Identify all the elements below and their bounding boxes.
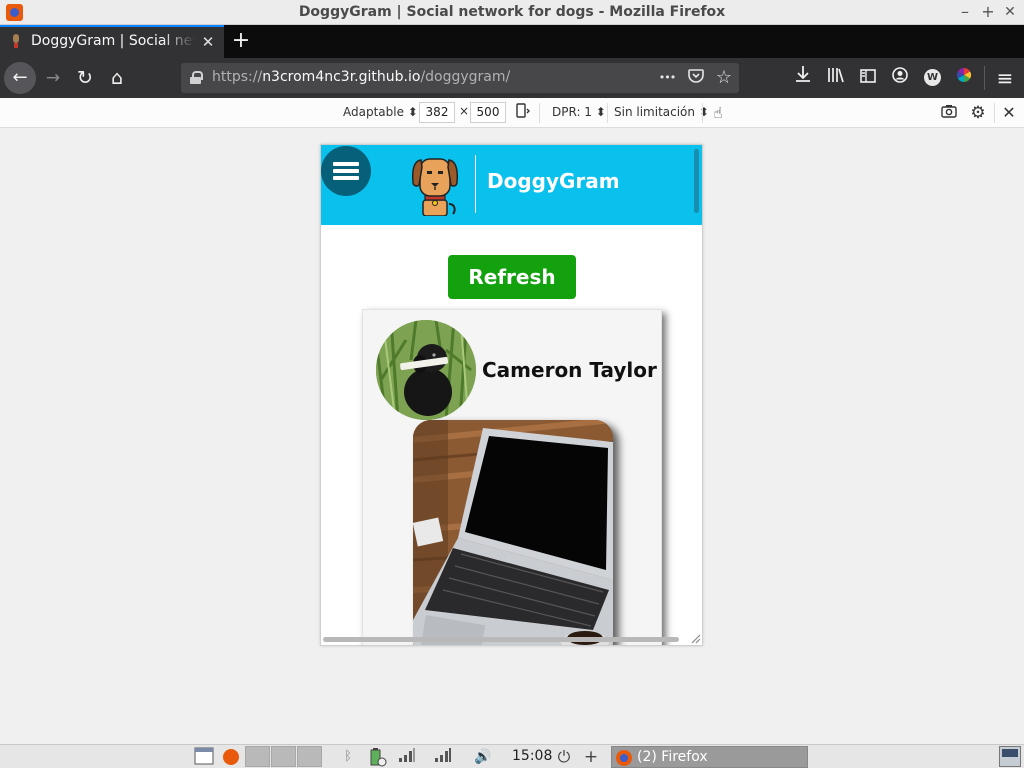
clock[interactable]: 15:08 xyxy=(512,748,552,764)
menu-button[interactable]: ≡ xyxy=(990,63,1020,93)
rotate-viewport-icon[interactable] xyxy=(513,103,533,123)
rdm-separator xyxy=(539,103,540,123)
new-tab-button[interactable]: + xyxy=(230,28,252,54)
viewport-width-input[interactable]: 382 xyxy=(419,102,455,123)
taskbar-item-label: (2) Firefox xyxy=(637,749,708,765)
workspace-1[interactable] xyxy=(245,746,270,767)
close-rdm-icon[interactable]: ✕ xyxy=(999,103,1019,123)
settings-gear-icon[interactable]: ⚙ xyxy=(968,103,988,123)
header-divider xyxy=(475,155,476,213)
reload-button[interactable]: ↻ xyxy=(70,63,100,93)
screenshot-icon[interactable] xyxy=(939,103,959,123)
hamburger-line xyxy=(333,169,359,173)
navigation-toolbar: ← → ↻ ⌂ https://n3crom4nc3r.github.io/do… xyxy=(0,58,1024,98)
window-titlebar: DoggyGram | Social network for dogs - Mo… xyxy=(0,0,1024,25)
rdm-separator xyxy=(994,103,995,123)
tab-close-icon[interactable]: ✕ xyxy=(200,33,216,51)
toolbar-separator xyxy=(984,66,985,90)
page-actions-icon[interactable]: ••• xyxy=(656,67,678,89)
add-panel-item-icon[interactable]: + xyxy=(582,747,600,767)
tab-title: DoggyGram | Social network for dogs xyxy=(31,33,195,49)
url-host: n3crom4nc3r.github.io xyxy=(262,69,421,85)
workspace-2[interactable] xyxy=(271,746,296,767)
dpr-selector[interactable]: DPR: 1 ⬍ xyxy=(552,105,606,119)
horizontal-scrollbar[interactable] xyxy=(323,637,679,642)
firefox-launcher-icon[interactable] xyxy=(220,747,242,767)
hamburger-line xyxy=(333,176,359,180)
device-selector[interactable]: Adaptable ⬍ xyxy=(343,105,418,119)
rdm-separator xyxy=(702,103,703,123)
show-desktop-window-icon[interactable] xyxy=(193,747,215,767)
dog-favicon-icon xyxy=(10,34,22,50)
tab-doggygram[interactable]: DoggyGram | Social network for dogs ✕ xyxy=(0,25,224,58)
pocket-icon[interactable] xyxy=(685,67,707,89)
taskbar-item-firefox[interactable]: (2) Firefox xyxy=(611,746,808,768)
wifi-signal-icon[interactable] xyxy=(433,747,453,767)
site-header: DoggyGram xyxy=(321,145,702,225)
network-signal-icon[interactable] xyxy=(397,747,417,767)
workspace-3[interactable] xyxy=(297,746,322,767)
back-button[interactable]: ← xyxy=(4,62,36,94)
touch-simulation-icon[interactable]: ☝ xyxy=(708,103,728,123)
window-title: DoggyGram | Social network for dogs - Mo… xyxy=(298,4,726,20)
downloads-icon[interactable] xyxy=(788,63,818,93)
refresh-button[interactable]: Refresh xyxy=(448,255,576,299)
url-bar[interactable]: https://n3crom4nc3r.github.io/doggygram/… xyxy=(181,63,739,93)
power-icon[interactable]: ⏻ xyxy=(555,747,573,767)
volume-icon[interactable]: 🔊 xyxy=(472,747,494,767)
viewport-height-input[interactable]: 500 xyxy=(470,102,506,123)
show-desktop-button[interactable] xyxy=(999,746,1021,767)
color-picker-extension-icon[interactable] xyxy=(949,63,979,93)
viewport-resize-handle[interactable] xyxy=(689,632,701,644)
forward-button[interactable]: → xyxy=(38,63,68,93)
account-icon[interactable] xyxy=(885,63,915,93)
dog-logo-icon xyxy=(411,154,459,217)
post-card: Cameron Taylor xyxy=(362,309,662,645)
url-path: /doggygram/ xyxy=(420,69,511,85)
network-throttling-selector[interactable]: Sin limitación ⬍ xyxy=(614,105,709,119)
minimize-button[interactable]: – xyxy=(956,2,974,22)
library-icon[interactable] xyxy=(821,63,851,93)
hamburger-menu-button[interactable] xyxy=(321,146,371,196)
extension-w-label: W xyxy=(924,69,941,86)
lock-icon[interactable] xyxy=(190,71,203,84)
author-avatar[interactable] xyxy=(376,320,476,420)
bookmark-star-icon[interactable]: ☆ xyxy=(713,67,735,89)
vertical-scrollbar[interactable] xyxy=(694,149,699,213)
tab-strip: DoggyGram | Social network for dogs ✕ + xyxy=(0,25,1024,58)
responsive-design-toolbar: Adaptable ⬍ 382 × 500 DPR: 1 ⬍ Sin limit… xyxy=(0,98,1024,128)
battery-icon[interactable] xyxy=(367,747,389,767)
maximize-button[interactable]: + xyxy=(979,2,997,22)
post-photo[interactable] xyxy=(413,420,613,645)
sidebar-icon[interactable] xyxy=(853,63,883,93)
device-viewport: DoggyGram Refresh Cameron Taylor xyxy=(320,144,703,646)
home-button[interactable]: ⌂ xyxy=(102,63,132,93)
firefox-task-icon xyxy=(616,750,632,766)
hamburger-line xyxy=(333,162,359,166)
post-author-name[interactable]: Cameron Taylor xyxy=(482,358,657,382)
dimension-separator: × xyxy=(459,104,470,118)
close-window-button[interactable]: ✕ xyxy=(1001,2,1019,22)
url-scheme: https:// xyxy=(212,69,263,85)
rdm-separator xyxy=(607,103,608,123)
url-text[interactable]: https://n3crom4nc3r.github.io/doggygram/ xyxy=(212,69,510,85)
taskbar-panel: ᛒ 🔊 15:08 ⏻ + (2) Firefox xyxy=(0,744,1024,768)
site-title[interactable]: DoggyGram xyxy=(487,169,620,193)
bluetooth-icon[interactable]: ᛒ xyxy=(341,747,355,767)
wikipedia-extension-icon[interactable]: W xyxy=(917,63,947,93)
